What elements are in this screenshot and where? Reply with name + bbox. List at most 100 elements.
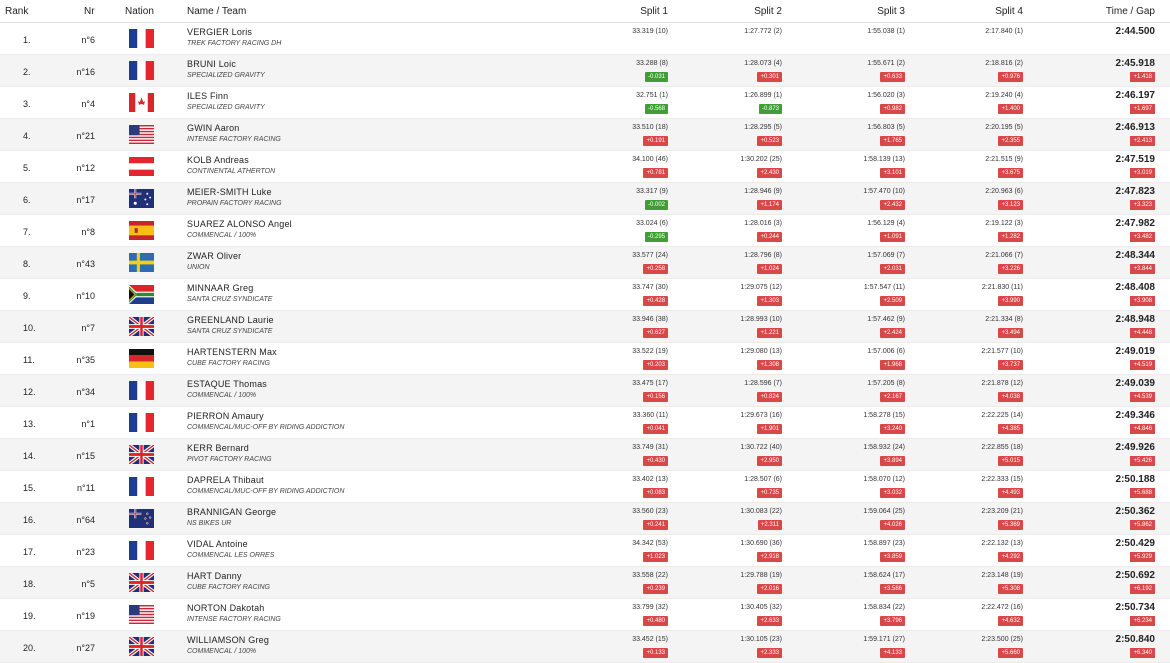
team-name: UNION	[187, 264, 210, 271]
header-time-gap[interactable]: Time / Gap	[1106, 6, 1155, 17]
split-3-time: 1:56.129 (4)	[867, 220, 905, 227]
split-4-gap-badge: +3.123	[998, 200, 1023, 210]
rider-name[interactable]: HARTENSTERN Max	[187, 347, 277, 357]
header-name-team[interactable]: Name / Team	[187, 6, 246, 17]
table-row[interactable]: 1. n°6 VERGIER Loris TREK FACTORY RACING DH…	[0, 23, 1170, 55]
bib-number: n°16	[76, 67, 95, 77]
rider-name[interactable]: VERGIER Loris	[187, 27, 252, 37]
finish-gap-badge: +6.340	[1130, 648, 1155, 658]
table-row[interactable]: 10. n°7 GREENLAND Laurie SANTA CRUZ SYNDICA…	[0, 311, 1170, 343]
bib-number: n°1	[81, 419, 95, 429]
rider-name[interactable]: HART Danny	[187, 571, 242, 581]
rider-name[interactable]: ESTAQUE Thomas	[187, 379, 267, 389]
table-row[interactable]: 19. n°19 NORTON Dakotah INTENSE FACTORY RAC…	[0, 599, 1170, 631]
table-row[interactable]: 5. n°12 KOLB Andreas CONTINENTAL ATHERTON 34…	[0, 151, 1170, 183]
rider-name[interactable]: BRUNI Loic	[187, 59, 236, 69]
bib-number: n°11	[77, 483, 95, 493]
rank-cell: 16.	[23, 515, 36, 525]
finish-time: 2:45.918	[1115, 58, 1155, 69]
finish-gap-badge: +5.426	[1130, 456, 1155, 466]
split-4-gap-badge: +4.038	[998, 392, 1023, 402]
bib-number: n°7	[81, 323, 95, 333]
bib-number: n°5	[81, 579, 95, 589]
team-name: SPECIALIZED GRAVITY	[187, 104, 265, 111]
finish-time: 2:47.519	[1115, 154, 1155, 165]
bib-number: n°43	[76, 259, 95, 269]
split-1-time: 33.747 (30)	[632, 284, 668, 291]
finish-time: 2:50.734	[1115, 602, 1155, 613]
rider-name[interactable]: MINNAAR Greg	[187, 283, 253, 293]
split-4-gap-badge: +3.675	[998, 168, 1023, 178]
team-name: COMMENCAL LES ORRES	[187, 552, 275, 559]
table-row[interactable]: 8. n°43 ZWAR Oliver UNION 33.577 (24) +0.258 1…	[0, 247, 1170, 279]
split-4-gap-badge: +3.737	[998, 360, 1023, 370]
split-3-gap-badge: +3.586	[880, 584, 905, 594]
table-row[interactable]: 11. n°35 HARTENSTERN Max CUBE FACTORY RACIN…	[0, 343, 1170, 375]
rider-name[interactable]: GWIN Aaron	[187, 123, 240, 133]
split-4-time: 2:20.195 (5)	[985, 124, 1023, 131]
finish-time: 2:47.823	[1115, 186, 1155, 197]
finish-gap-badge: +3.323	[1130, 200, 1155, 210]
rank-cell: 11.	[23, 355, 35, 365]
rider-name[interactable]: KOLB Andreas	[187, 155, 249, 165]
split-4-time: 2:19.240 (4)	[985, 92, 1023, 99]
finish-time: 2:50.692	[1115, 570, 1155, 581]
team-name: SPECIALIZED GRAVITY	[187, 72, 265, 79]
table-row[interactable]: 12. n°34 ESTAQUE Thomas COMMENCAL / 100% 33.…	[0, 375, 1170, 407]
header-split-3[interactable]: Split 3	[877, 6, 905, 17]
rider-name[interactable]: NORTON Dakotah	[187, 603, 265, 613]
split-2-time: 1:28.073 (4)	[744, 60, 782, 67]
split-1-gap-badge: +0.480	[643, 616, 668, 626]
table-row[interactable]: 17. n°23 VIDAL Antoine COMMENCAL LES ORRES 3…	[0, 535, 1170, 567]
table-row[interactable]: 7. n°8 SUAREZ ALONSO Angel COMMENCAL / 100%…	[0, 215, 1170, 247]
header-rank[interactable]: Rank	[5, 6, 28, 17]
flag-usa-icon	[129, 125, 154, 144]
rider-name[interactable]: ZWAR Oliver	[187, 251, 241, 261]
split-1-gap-badge: +0.156	[643, 392, 668, 402]
rider-name[interactable]: KERR Bernard	[187, 443, 249, 453]
table-row[interactable]: 15. n°11 DAPRELA Thibaut COMMENCAL/MUC-OFF …	[0, 471, 1170, 503]
header-split-1[interactable]: Split 1	[640, 6, 668, 17]
header-split-4[interactable]: Split 4	[995, 6, 1023, 17]
split-4-time: 2:21.577 (10)	[981, 348, 1023, 355]
rider-name[interactable]: PIERRON Amaury	[187, 411, 264, 421]
rider-name[interactable]: BRANNIGAN George	[187, 507, 276, 517]
rider-name[interactable]: ILES Finn	[187, 91, 228, 101]
table-row[interactable]: 20. n°27 WILLIAMSON Greg COMMENCAL / 100% 33…	[0, 631, 1170, 663]
header-nation[interactable]: Nation	[125, 6, 154, 17]
split-4-time: 2:17.840 (1)	[985, 28, 1023, 35]
rider-name[interactable]: MEIER-SMITH Luke	[187, 187, 272, 197]
split-2-gap-badge: +2.016	[757, 584, 782, 594]
table-row[interactable]: 2. n°16 BRUNI Loic SPECIALIZED GRAVITY 33.28…	[0, 55, 1170, 87]
split-1-gap-badge: +0.627	[643, 328, 668, 338]
rider-name[interactable]: WILLIAMSON Greg	[187, 635, 269, 645]
bib-number: n°12	[76, 163, 95, 173]
table-row[interactable]: 4. n°21 GWIN Aaron INTENSE FACTORY RACING 33…	[0, 119, 1170, 151]
table-row[interactable]: 16. n°64 BRANNIGAN George NS BIKES UR 33.560…	[0, 503, 1170, 535]
rider-name[interactable]: SUAREZ ALONSO Angel	[187, 219, 292, 229]
table-row[interactable]: 13. n°1 PIERRON Amaury COMMENCAL/MUC-OFF BY…	[0, 407, 1170, 439]
split-1-gap-badge: -0.568	[644, 104, 668, 114]
split-3-time: 1:58.932 (24)	[863, 444, 905, 451]
split-4-gap-badge: +5.015	[998, 456, 1023, 466]
header-nr[interactable]: Nr	[84, 6, 95, 17]
rider-name[interactable]: VIDAL Antoine	[187, 539, 248, 549]
finish-gap-badge: +4.519	[1130, 360, 1155, 370]
table-row[interactable]: 14. n°15 KERR Bernard PIVOT FACTORY RACING 3…	[0, 439, 1170, 471]
split-2-gap-badge: -0.873	[758, 104, 782, 114]
table-row[interactable]: 9. n°10 MINNAAR Greg SANTA CRUZ SYNDICATE 33…	[0, 279, 1170, 311]
bib-number: n°6	[81, 35, 95, 45]
split-3-time: 1:57.006 (6)	[867, 348, 905, 355]
rank-cell: 8.	[23, 259, 31, 269]
rider-name[interactable]: DAPRELA Thibaut	[187, 475, 264, 485]
table-row[interactable]: 6. n°17 MEIER-SMITH Luke PROPAIN FACTORY RA…	[0, 183, 1170, 215]
rider-name[interactable]: GREENLAND Laurie	[187, 315, 274, 325]
header-split-2[interactable]: Split 2	[754, 6, 782, 17]
split-4-gap-badge: +0.976	[998, 72, 1023, 82]
split-1-gap-badge: +0.239	[643, 584, 668, 594]
flag-great-britain-icon	[129, 637, 154, 656]
split-2-gap-badge: +1.308	[757, 360, 782, 370]
table-row[interactable]: 18. n°5 HART Danny CUBE FACTORY RACING 33.55…	[0, 567, 1170, 599]
split-3-time: 1:58.070 (12)	[863, 476, 905, 483]
table-row[interactable]: 3. n°4 ILES Finn SPECIALIZED GRAVITY 32.751 …	[0, 87, 1170, 119]
